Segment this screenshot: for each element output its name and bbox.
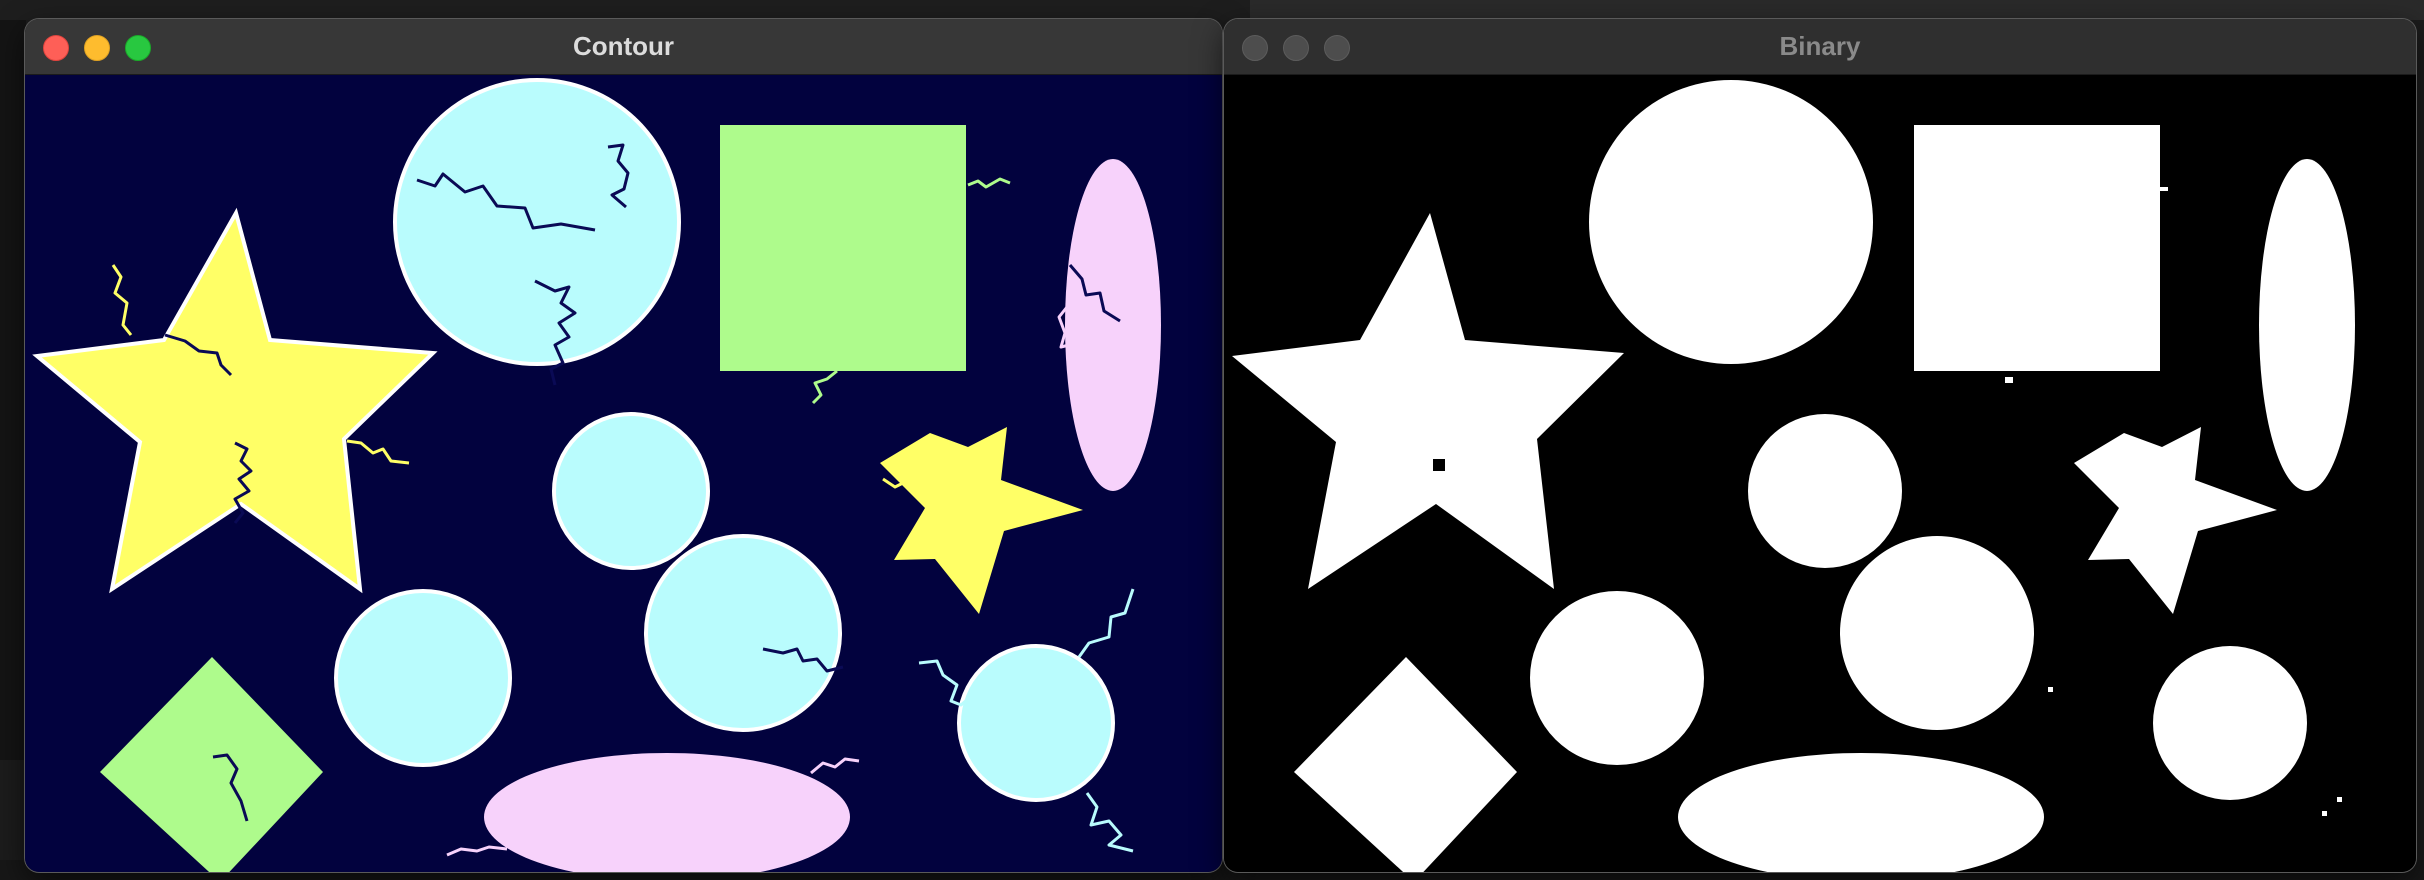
cyan-circle-right [957,644,1115,802]
binary-window-title: Binary [1779,31,1861,61]
cyan-circle-middle [644,534,842,732]
binary-noise-dot [2337,797,2342,802]
binary-noise-dot [2322,811,2327,816]
contour-titlebar[interactable]: Contour [25,19,1222,75]
contour-window-title: Contour [572,31,675,61]
contour-image-canvas[interactable] [25,75,1222,872]
cyan-circle-left [334,589,512,767]
small-cyan-circle [552,412,710,570]
large-cyan-circle [393,78,681,366]
binary-circle-left [1530,591,1704,765]
binary-noise-dot [2048,687,2053,692]
binary-noise-dot [2160,187,2168,191]
binary-large-circle [1589,80,1873,364]
binary-vertical-ellipse [2259,159,2355,491]
desktop-right-strip [1250,0,2424,20]
green-square [720,125,966,371]
binary-circle-right [2153,646,2307,800]
binary-image-canvas[interactable] [1224,75,2416,872]
binary-titlebar[interactable]: Binary [1224,19,2416,75]
contour-window[interactable]: Contour [25,19,1222,872]
binary-noise-dot [2005,377,2013,383]
binary-small-circle [1748,414,1902,568]
desktop-left-strip [0,20,26,760]
pink-vertical-ellipse [1065,159,1161,491]
binary-hole [1433,459,1445,471]
binary-circle-middle [1840,536,2034,730]
binary-window[interactable]: Binary [1224,19,2416,872]
binary-square [1914,125,2160,371]
